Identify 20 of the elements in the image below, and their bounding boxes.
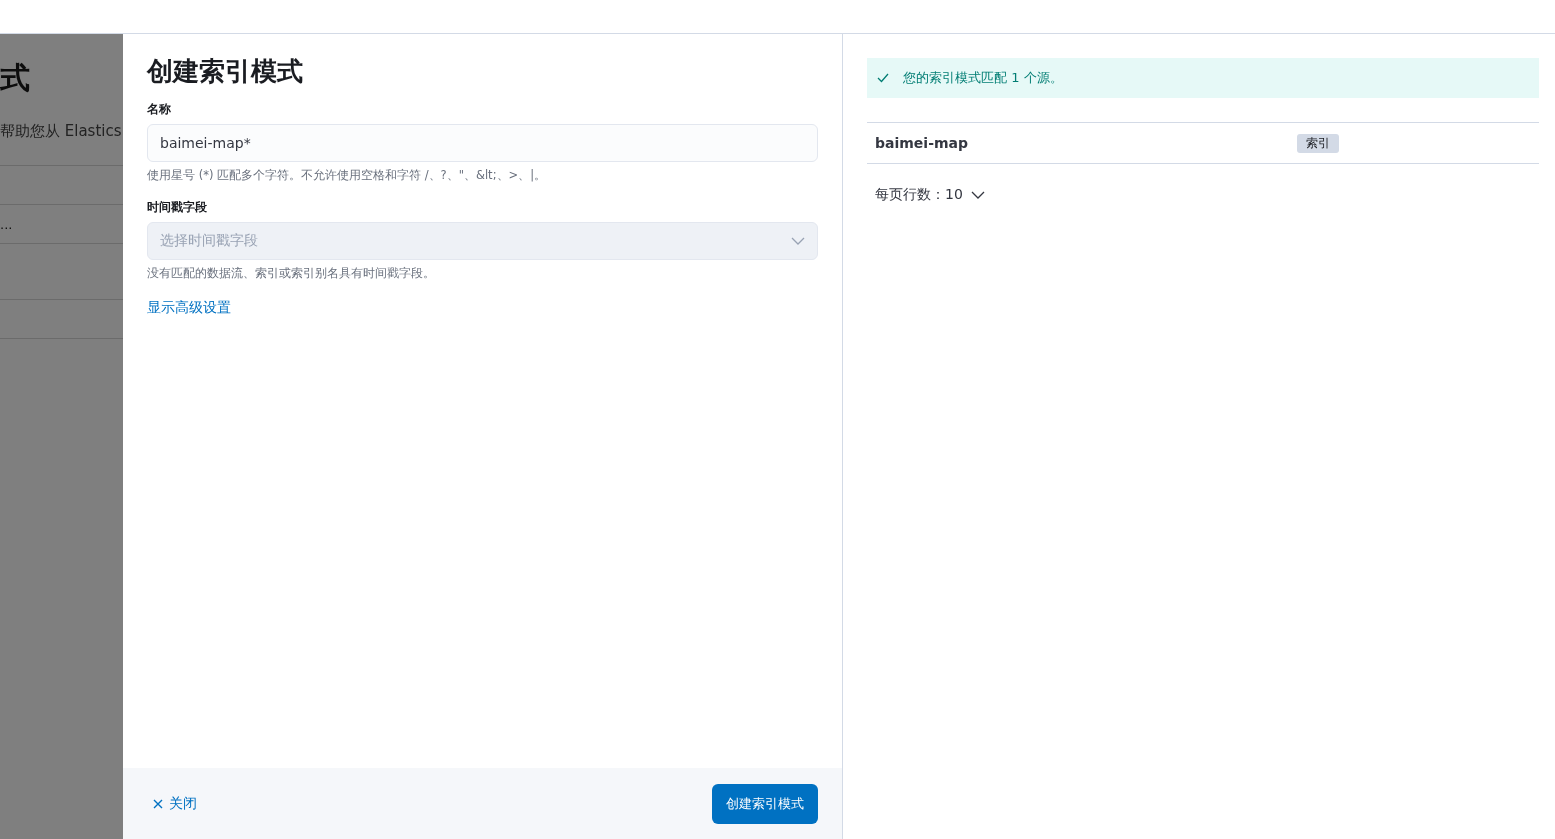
type-badge: 索引 (1297, 133, 1339, 153)
name-input[interactable]: baimei-map* (147, 124, 818, 162)
source-name: baimei-map (875, 135, 970, 151)
callout-text: 您的索引模式匹配 1 个源。 (903, 69, 1063, 87)
page-description: 帮助您从 Elastics (0, 122, 123, 141)
rows-per-page-button[interactable]: 每页行数：10 (875, 186, 986, 204)
chevron-down-icon (791, 237, 805, 245)
field-label: 时间戳字段 (147, 199, 208, 216)
close-button[interactable]: 关闭 (147, 793, 203, 814)
field-label: 名称 (147, 101, 172, 118)
chevron-down-icon (971, 191, 986, 199)
page-title: 式 (0, 59, 31, 97)
close-icon (153, 798, 163, 809)
help-text: 没有匹配的数据流、索引或索引别名具有时间戳字段。 (147, 266, 436, 281)
help-text: 使用星号 (*) 匹配多个字符。不允许使用空格和字符 /、?、"、&lt;、>、|。 (147, 168, 547, 183)
table-cell: ... (0, 216, 13, 232)
create-button[interactable]: 创建索引模式 (712, 783, 818, 824)
check-icon (877, 73, 889, 83)
advanced-settings-link[interactable]: 显示高级设置 (147, 299, 231, 317)
flyout-title: 创建索引模式 (147, 55, 304, 88)
